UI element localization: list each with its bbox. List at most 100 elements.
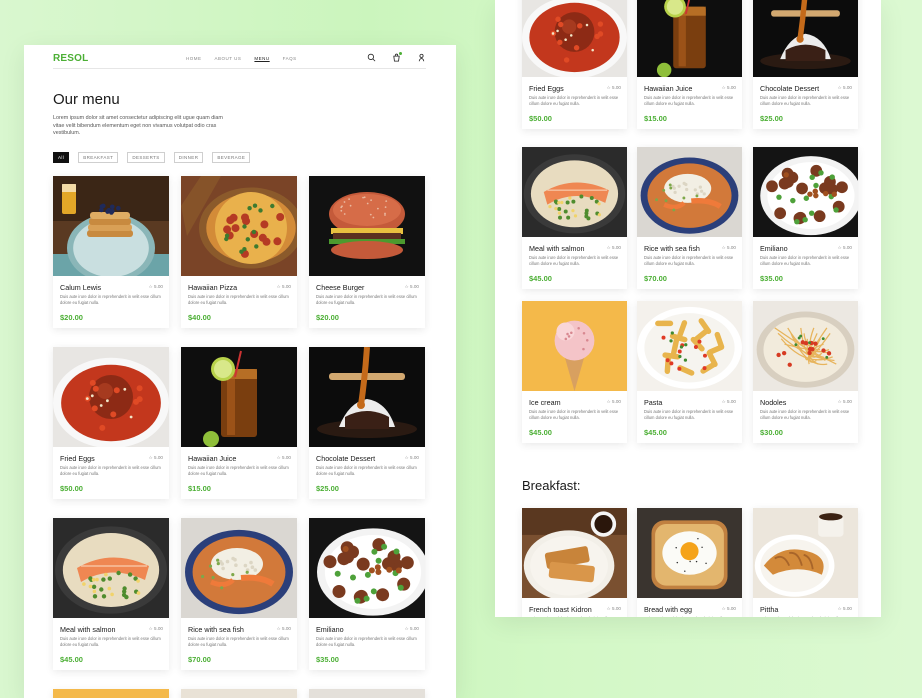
- menu-card[interactable]: Fried Eggs ☆ 5.00 Duis aute irure dolor in…: [53, 347, 169, 499]
- nav-link-faqs[interactable]: FAQS: [283, 56, 297, 61]
- star-icon: ☆: [721, 85, 726, 90]
- dish-description: Duis aute irure dolor in reprehenderit i…: [316, 294, 417, 305]
- menu-card[interactable]: Rice with sea fish ☆ 5.00 Duis aute irure …: [637, 147, 742, 289]
- dish-description: Duis aute irure dolor in reprehenderit i…: [760, 255, 850, 266]
- page-title: Our menu: [53, 91, 120, 108]
- rating-value: 5.00: [410, 626, 419, 631]
- menu-card[interactable]: Calum Lewis ☆ 5.00 Duis aute irure dolor i…: [53, 176, 169, 328]
- dish-image[interactable]: [53, 518, 169, 618]
- dish-image[interactable]: [181, 347, 297, 447]
- logo[interactable]: RESOL: [53, 53, 88, 64]
- filter-dinner[interactable]: DINNER: [173, 152, 204, 163]
- menu-card[interactable]: French toast Kidron ☆ 5.00 Duis aute irure…: [522, 508, 627, 617]
- dish-image[interactable]: [181, 176, 297, 276]
- dish-description: Duis aute irure dolor in reprehenderit i…: [316, 465, 417, 476]
- dish-description: Duis aute irure dolor in reprehenderit i…: [529, 409, 619, 420]
- menu-card[interactable]: Cheese Burger ☆ 5.00 Duis aute irure dolor…: [309, 176, 425, 328]
- dish-image[interactable]: [637, 0, 742, 77]
- filter-desserts[interactable]: DESSERTS: [127, 152, 165, 163]
- dish-name: Meal with salmon: [529, 244, 585, 253]
- dish-rating: ☆ 5.00: [607, 85, 621, 91]
- dish-name: Ice cream: [529, 398, 561, 407]
- dish-price: $45.00: [529, 428, 552, 437]
- star-icon: ☆: [148, 626, 153, 631]
- menu-card[interactable]: Emiliano ☆ 5.00 Duis aute irure dolor in r…: [753, 147, 858, 289]
- cart-icon[interactable]: [392, 52, 402, 62]
- menu-card[interactable]: Emiliano ☆ 5.00 Duis aute irure dolor in r…: [309, 518, 425, 670]
- dish-image[interactable]: [637, 508, 742, 598]
- menu-card[interactable]: Pittha ☆ 5.00 Duis aute irure dolor in rep…: [753, 508, 858, 617]
- dish-name: Fried Eggs: [60, 454, 95, 463]
- nav-link-home[interactable]: HOME: [186, 56, 202, 61]
- dish-price: $45.00: [60, 655, 83, 664]
- menu-card[interactable]: Pasta ☆ 5.00 Duis aute irure dolor in repr…: [637, 301, 742, 443]
- dish-name: Cheese Burger: [316, 283, 365, 292]
- dish-price: $15.00: [644, 114, 667, 123]
- dish-image[interactable]: [53, 176, 169, 276]
- menu-card[interactable]: Meal with salmon ☆ 5.00 Duis aute irure do…: [53, 518, 169, 670]
- rating-value: 5.00: [282, 626, 291, 631]
- search-icon[interactable]: [367, 53, 376, 62]
- dish-price: $50.00: [529, 114, 552, 123]
- dish-image[interactable]: [637, 301, 742, 391]
- dish-image[interactable]: [53, 347, 169, 447]
- dish-name: Meal with salmon: [60, 625, 116, 634]
- menu-card[interactable]: Bread with egg ☆ 5.00 Duis aute irure dolo…: [637, 508, 742, 617]
- menu-card[interactable]: Chocolate Dessert ☆ 5.00 Duis aute irure d…: [753, 0, 858, 129]
- dish-image[interactable]: [637, 147, 742, 237]
- menu-card[interactable]: Fried Eggs ☆ 5.00 Duis aute irure dolor in…: [522, 0, 627, 129]
- menu-card[interactable]: Hawaiian Juice ☆ 5.00 Duis aute irure dolo…: [181, 347, 297, 499]
- dish-rating: ☆ 5.00: [149, 455, 163, 461]
- nav-link-menu[interactable]: MENU: [254, 56, 269, 61]
- menu-card-partial[interactable]: [309, 689, 425, 698]
- dish-rating: ☆ 5.00: [607, 606, 621, 612]
- dish-image[interactable]: [753, 0, 858, 77]
- rating-value: 5.00: [282, 284, 291, 289]
- dish-price: $40.00: [188, 313, 211, 322]
- dish-description: Duis aute irure dolor in reprehenderit i…: [760, 409, 850, 420]
- menu-card[interactable]: Rice with sea fish ☆ 5.00 Duis aute irure …: [181, 518, 297, 670]
- dish-image[interactable]: [309, 347, 425, 447]
- star-icon: ☆: [837, 85, 842, 90]
- star-icon: ☆: [276, 455, 281, 460]
- dish-price: $45.00: [529, 274, 552, 283]
- dish-image[interactable]: [309, 176, 425, 276]
- dish-price: $70.00: [644, 274, 667, 283]
- dish-price: $25.00: [316, 484, 339, 493]
- dish-image[interactable]: [753, 508, 858, 598]
- dish-image[interactable]: [181, 518, 297, 618]
- user-icon[interactable]: [417, 53, 426, 62]
- rating-value: 5.00: [612, 85, 621, 90]
- dish-image[interactable]: [753, 147, 858, 237]
- filter-breakfast[interactable]: BREAKFAST: [78, 152, 119, 163]
- rating-value: 5.00: [727, 85, 736, 90]
- dish-image[interactable]: [522, 508, 627, 598]
- dish-rating: ☆ 5.00: [405, 626, 419, 632]
- filter-beverage[interactable]: BEVERAGE: [212, 152, 251, 163]
- dish-description: Duis aute irure dolor in reprehenderit i…: [60, 636, 161, 647]
- menu-card[interactable]: Meal with salmon ☆ 5.00 Duis aute irure do…: [522, 147, 627, 289]
- filter-all[interactable]: All: [53, 152, 70, 163]
- dish-image[interactable]: [309, 518, 425, 618]
- menu-card[interactable]: Hawaiian Pizza ☆ 5.00 Duis aute irure dolo…: [181, 176, 297, 328]
- star-icon: ☆: [837, 606, 842, 611]
- dish-rating: ☆ 5.00: [722, 245, 736, 251]
- dish-image[interactable]: [522, 0, 627, 77]
- rating-value: 5.00: [612, 606, 621, 611]
- rating-value: 5.00: [727, 606, 736, 611]
- rating-value: 5.00: [843, 606, 852, 611]
- menu-card[interactable]: Ice cream ☆ 5.00 Duis aute irure dolor in …: [522, 301, 627, 443]
- star-icon: ☆: [148, 455, 153, 460]
- star-icon: ☆: [606, 85, 611, 90]
- dish-image[interactable]: [753, 301, 858, 391]
- dish-image[interactable]: [522, 301, 627, 391]
- nav-link-about[interactable]: ABOUT US: [215, 56, 242, 61]
- menu-card[interactable]: Nodoles ☆ 5.00 Duis aute irure dolor in re…: [753, 301, 858, 443]
- menu-card-partial[interactable]: [181, 689, 297, 698]
- dish-name: Calum Lewis: [60, 283, 102, 292]
- menu-card-partial[interactable]: [53, 689, 169, 698]
- menu-card[interactable]: Hawaiian Juice ☆ 5.00 Duis aute irure dolo…: [637, 0, 742, 129]
- dish-image[interactable]: [522, 147, 627, 237]
- menu-card[interactable]: Chocolate Dessert ☆ 5.00 Duis aute irure d…: [309, 347, 425, 499]
- breakfast-title: Breakfast:: [522, 478, 581, 493]
